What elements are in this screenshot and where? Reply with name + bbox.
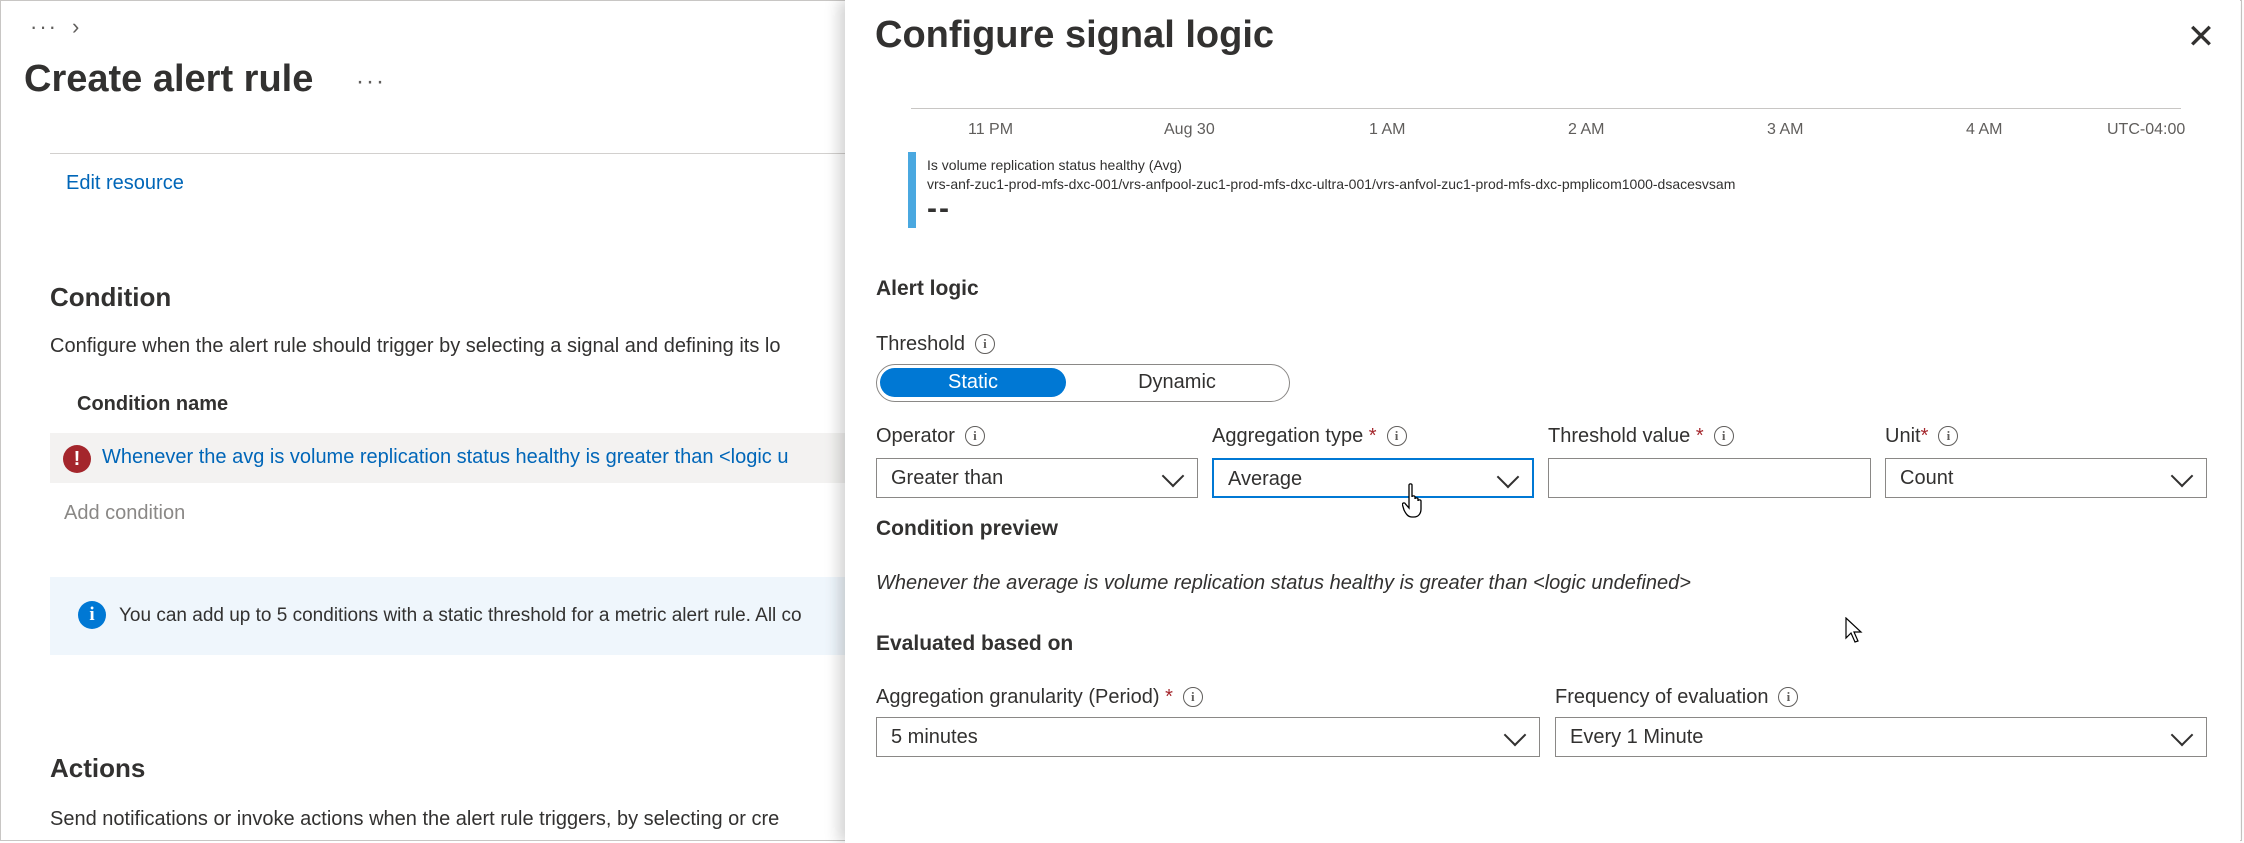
required-marker: * [1695,425,1704,447]
condition-link[interactable]: Whenever the avg is volume replication s… [102,446,788,469]
alert-logic-heading: Alert logic [876,277,979,300]
required-marker: * [1920,425,1929,447]
add-condition-link[interactable]: Add condition [64,502,185,525]
info-icon[interactable]: i [964,426,985,446]
threshold-static-option[interactable]: Static [880,368,1066,397]
legend-resource-path: vrs-anf-zuc1-prod-mfs-dxc-001/vrs-anfpoo… [927,176,1736,192]
info-icon[interactable]: i [1938,426,1959,446]
info-icon[interactable]: i [1386,426,1407,446]
info-icon[interactable]: i [1713,426,1734,446]
chevron-down-icon [1161,464,1185,488]
frequency-of-evaluation-dropdown[interactable]: Every 1 Minute [1555,717,2207,757]
chart-tick-label: 2 AM [1568,121,1605,138]
chart-x-axis [911,108,2181,109]
aggregation-type-dropdown[interactable]: Average [1212,458,1534,498]
aggregation-type-label: Aggregation type * i [1212,425,1407,448]
chevron-down-icon [2170,723,2194,747]
breadcrumb-more-icon[interactable]: ··· [30,14,58,39]
actions-heading: Actions [50,753,146,783]
unit-value: Count [1900,467,1954,489]
chart-timezone-label: UTC-04:00 [2107,121,2186,138]
legend-value: -- [927,192,951,225]
legend-metric-name: Is volume replication status healthy (Av… [927,157,1182,173]
required-marker: * [1165,686,1173,708]
hand-cursor-icon [1402,483,1422,518]
chart-tick-label: 11 PM [968,121,1014,138]
evaluated-based-on-heading: Evaluated based on [876,632,1074,655]
chart-tick-label: 4 AM [1966,121,2003,138]
info-icon[interactable]: i [1778,687,1799,707]
unit-dropdown[interactable]: Count [1885,458,2207,498]
chart-tick-label: 1 AM [1369,121,1406,138]
chevron-down-icon [2170,464,2194,488]
threshold-label: Threshold i [876,333,995,356]
info-message-bar: i You can add up to 5 conditions with a … [50,577,845,655]
required-marker: * [1368,425,1377,447]
aggregation-granularity-value: 5 minutes [891,726,978,748]
condition-preview-text: Whenever the average is volume replicati… [876,572,1691,594]
chevron-down-icon [1496,465,1520,489]
condition-name-column-header: Condition name [77,393,229,415]
unit-label: Unit* i [1885,425,1959,448]
frequency-of-evaluation-value: Every 1 Minute [1570,726,1704,748]
panel-title: Configure signal logic [875,14,1275,56]
chevron-down-icon [1503,723,1527,747]
threshold-value-input[interactable] [1548,458,1871,498]
condition-heading: Condition [50,282,172,312]
threshold-toggle[interactable]: Static Dynamic [876,364,1290,402]
frequency-of-evaluation-label: Frequency of evaluation i [1555,686,1799,709]
threshold-dynamic-option[interactable]: Dynamic [1077,368,1277,397]
aggregation-granularity-dropdown[interactable]: 5 minutes [876,717,1540,757]
info-icon[interactable]: i [1182,687,1203,707]
info-message-text: You can add up to 5 conditions with a st… [119,605,802,626]
operator-label: Operator i [876,425,985,448]
condition-preview-heading: Condition preview [876,517,1059,540]
condition-row[interactable]: ! Whenever the avg is volume replication… [50,433,845,483]
chart-legend[interactable]: Is volume replication status healthy (Av… [908,152,1908,228]
close-icon[interactable]: ✕ [2184,20,2218,54]
operator-dropdown[interactable]: Greater than [876,458,1198,498]
aggregation-type-value: Average [1228,468,1303,490]
error-icon: ! [63,445,91,473]
divider [50,153,845,154]
threshold-value-label: Threshold value * i [1548,425,1734,448]
edit-resource-link[interactable]: Edit resource [66,172,184,195]
legend-color-bar [908,152,916,228]
info-icon: i [78,601,106,629]
create-alert-rule-page: ··· › Create alert rule ··· Edit resource… [0,0,845,843]
chart-tick-label: 3 AM [1767,121,1804,138]
chart-tick-label: Aug 30 [1164,121,1215,138]
condition-description: Configure when the alert rule should tri… [50,335,781,357]
configure-signal-logic-panel: Configure signal logic ✕ 11 PM Aug 30 1 … [845,0,2240,843]
aggregation-granularity-label: Aggregation granularity (Period) * i [876,686,1203,709]
actions-description: Send notifications or invoke actions whe… [50,808,780,830]
arrow-cursor-icon [1845,617,1863,643]
page-title: Create alert rule [24,58,314,100]
more-options-icon[interactable]: ··· [356,68,386,96]
breadcrumb[interactable]: ··· › [30,14,81,40]
info-icon[interactable]: i [974,334,995,354]
chevron-right-icon: › [71,14,82,39]
operator-value: Greater than [891,467,1004,489]
